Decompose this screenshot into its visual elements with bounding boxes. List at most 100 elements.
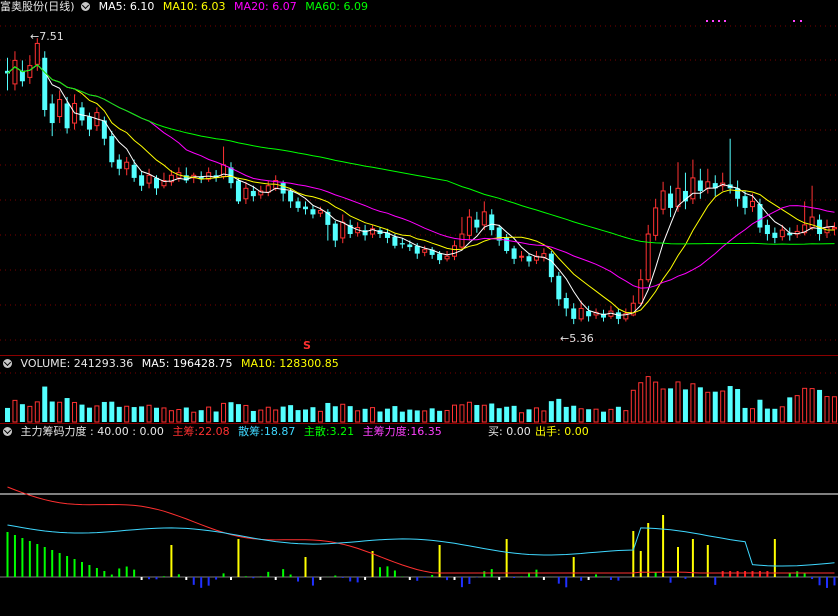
volume-bar xyxy=(198,410,204,422)
volume-bar xyxy=(258,409,264,423)
low-price-label: ←5.36 xyxy=(560,332,594,345)
volume-readout: VOLUME: 241293.36 xyxy=(21,357,134,370)
ma5-line xyxy=(7,64,835,316)
volume-bar xyxy=(407,409,413,422)
candle-body xyxy=(332,223,338,241)
candle-body xyxy=(809,216,815,229)
indicator-chart xyxy=(0,486,838,588)
volume-bar xyxy=(437,410,443,422)
candle-body xyxy=(489,214,495,231)
indicator-v1: 40.00 xyxy=(97,425,129,438)
candle-body xyxy=(139,175,145,186)
main-retail-readout: 主散:3.21 xyxy=(304,425,354,438)
volume-bar xyxy=(541,410,547,423)
volume-bar xyxy=(340,403,346,423)
volume-bar xyxy=(131,407,137,422)
main-force-label: 主筹力度: xyxy=(362,425,411,438)
candle-body xyxy=(124,161,130,170)
volume-bar xyxy=(727,386,733,422)
panel-divider-2 xyxy=(0,423,838,424)
volume-bar xyxy=(511,405,517,422)
candle-body xyxy=(571,308,577,319)
ma60-readout: MA60: 6.09 xyxy=(305,0,368,13)
volume-bar xyxy=(154,407,159,422)
candle-body xyxy=(481,211,487,226)
volume-bar xyxy=(19,404,25,422)
volume-bar xyxy=(623,410,629,423)
candle-body xyxy=(407,244,413,248)
indicator-readout: 主力筹码力度 : 40.00 : 0.00 xyxy=(21,425,164,438)
sell-readout: 出手: 0.00 xyxy=(535,425,589,439)
candle-body xyxy=(466,216,472,236)
ma20-label: MA20: xyxy=(234,0,269,13)
volume-bar xyxy=(563,406,569,422)
volume-bar xyxy=(27,405,33,423)
marker-dot xyxy=(724,20,726,22)
volume-bar xyxy=(496,408,502,422)
volume-header: VOLUME: 241293.36 MA5: 196428.75 MA10: 1… xyxy=(0,357,344,371)
volume-bar xyxy=(735,389,741,422)
volume-bar xyxy=(429,408,435,422)
volume-bar xyxy=(392,406,398,422)
volume-bar xyxy=(526,409,532,422)
chevron-down-icon[interactable] xyxy=(3,427,12,436)
candle-body xyxy=(675,187,681,208)
candle-body xyxy=(459,233,465,248)
volume-bar xyxy=(720,390,726,423)
marker-dot xyxy=(718,20,720,22)
marker-dot xyxy=(712,20,714,22)
panel-divider-1 xyxy=(0,355,838,356)
volume-bar xyxy=(213,411,219,422)
candle-body xyxy=(109,136,115,163)
vol-ma10-readout: MA10: 128300.85 xyxy=(241,357,339,370)
volume-bar xyxy=(638,382,644,423)
volume-bar xyxy=(235,404,241,422)
candle-body xyxy=(556,275,562,300)
volume-bar xyxy=(265,406,271,423)
volume-bar xyxy=(682,389,688,422)
main-chip-readout: 主筹:22.08 xyxy=(172,425,229,438)
candle-body xyxy=(86,116,92,130)
volume-bar xyxy=(49,401,55,422)
volume-bar xyxy=(802,387,808,423)
candle-body xyxy=(548,253,554,278)
volume-bar xyxy=(310,407,316,422)
candle-body xyxy=(131,164,137,178)
volume-bar xyxy=(474,404,480,422)
volume-bar xyxy=(653,381,659,423)
candle-body xyxy=(303,206,308,210)
chevron-down-icon[interactable] xyxy=(81,2,91,11)
volume-bar xyxy=(757,399,763,422)
volume-bar xyxy=(168,410,174,423)
volume-bar xyxy=(712,391,718,422)
low-price-value: 5.36 xyxy=(569,332,594,345)
volume-bar xyxy=(325,402,331,422)
buy-readout: 买: 0.00 xyxy=(488,425,531,439)
volume-bar xyxy=(86,407,92,422)
candle-body xyxy=(310,209,316,215)
marker-dot xyxy=(800,20,802,22)
volume-title: VOLUME: xyxy=(20,357,71,370)
candle-body xyxy=(668,193,674,208)
buy-value: 0.00 xyxy=(506,425,531,438)
indicator-sep2: : xyxy=(132,425,136,438)
volume-bar xyxy=(593,408,599,423)
volume-bar xyxy=(779,406,785,423)
volume-bar xyxy=(817,389,823,422)
stock-name-text: 富奥股份 xyxy=(0,0,44,13)
candle-body xyxy=(578,307,584,320)
chevron-down-icon[interactable] xyxy=(3,359,12,368)
volume-bar xyxy=(615,406,621,422)
candle-body xyxy=(116,159,122,169)
volume-bar xyxy=(697,387,703,422)
candle-body xyxy=(586,311,592,317)
volume-bar xyxy=(794,395,800,423)
candle-body xyxy=(660,190,666,210)
high-price-value: 7.51 xyxy=(39,30,64,43)
volume-bar xyxy=(831,396,837,423)
vol-ma5-label: MA5: xyxy=(141,357,170,370)
marker-dot xyxy=(793,20,795,22)
indicator-header: 主力筹码力度 : 40.00 : 0.00 主筹:22.08 散筹:18.87 … xyxy=(0,425,447,439)
ma10-value: 6.03 xyxy=(201,0,226,13)
volume-bar xyxy=(750,408,755,423)
